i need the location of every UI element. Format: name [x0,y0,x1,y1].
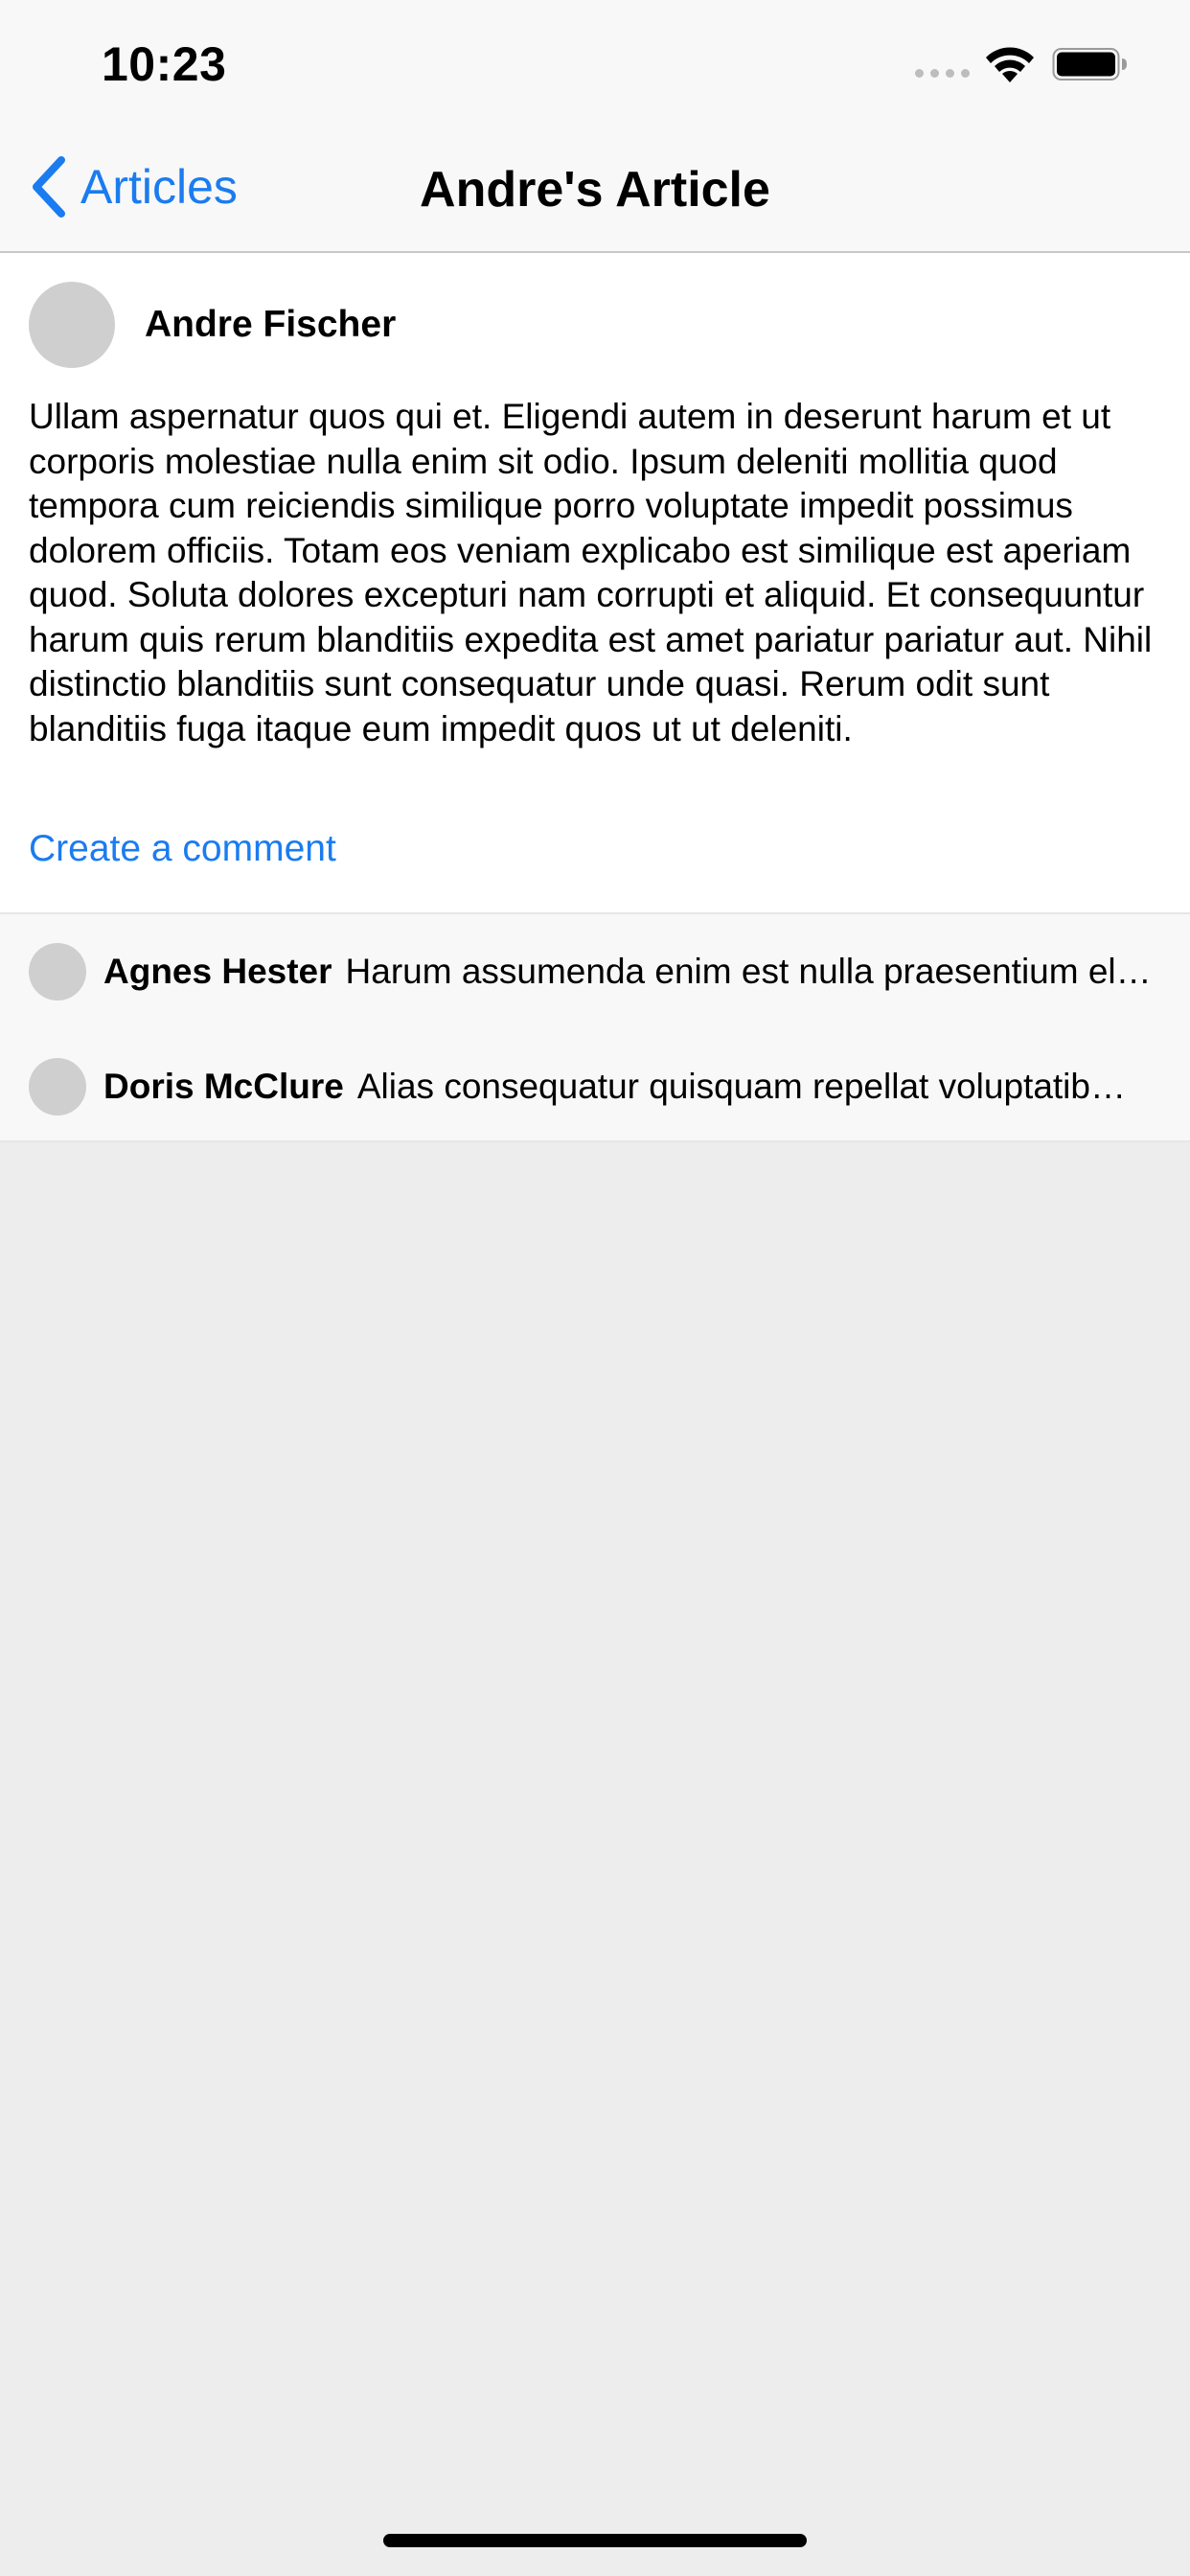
author-avatar [29,282,115,368]
comment-text: Doris McClure Alias consequatur quisquam … [103,1063,1161,1111]
status-time: 10:23 [102,37,227,91]
comment-list: Agnes Hester Harum assumenda enim est nul… [0,914,1190,1142]
avatar [29,943,86,1000]
avatar [29,1058,86,1116]
wifi-icon [986,47,1034,82]
battery-icon [1052,48,1127,80]
create-comment-link[interactable]: Create a comment [29,825,336,873]
home-indicator[interactable] [383,2534,807,2547]
navigation-bar: Articles Andre's Article [0,126,1190,253]
article-content: Andre Fischer Ullam aspernatur quos qui … [0,253,1190,914]
comment-author: Agnes Hester [103,952,332,991]
comment-author: Doris McClure [103,1067,344,1106]
comment-body: Alias consequatur quisquam repellat volu… [356,1067,1126,1106]
signal-dots-icon [915,69,970,78]
comment-row[interactable]: Agnes Hester Harum assumenda enim est nul… [0,943,1190,1000]
comment-body: Harum assumenda enim est nulla praesenti… [345,952,1152,991]
status-bar: 10:23 [0,0,1190,126]
comment-text: Agnes Hester Harum assumenda enim est nul… [103,948,1161,996]
article-body: Ullam aspernatur quos qui et. Eligendi a… [29,397,1153,748]
author-name: Andre Fischer [145,304,397,345]
page-title: Andre's Article [420,162,770,218]
comment-row[interactable]: Doris McClure Alias consequatur quisquam … [0,1058,1190,1116]
